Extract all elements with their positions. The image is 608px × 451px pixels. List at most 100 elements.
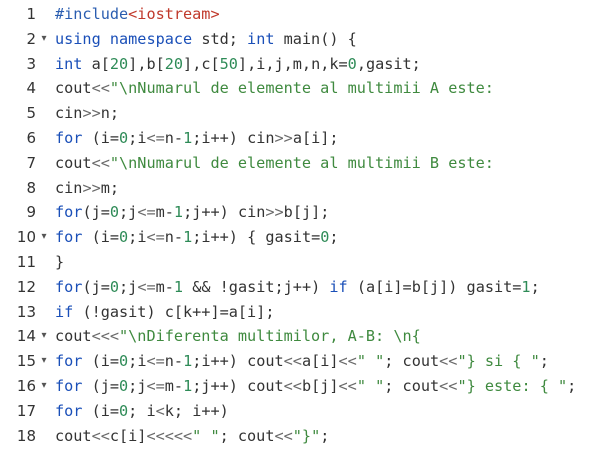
code-token: ,gasit; — [356, 54, 421, 73]
code-token: a[ — [82, 54, 110, 73]
code-token: (i= — [82, 228, 120, 247]
code-token: ;i++) cin — [192, 129, 275, 147]
code-line[interactable]: 6 for (i=0;i<=n-1;i++) cin>>a[i]; — [0, 126, 608, 151]
code-token: for — [55, 228, 83, 247]
code-line[interactable]: 4 cout<<"\nNumarul de elemente al multimi… — [0, 76, 608, 101]
code-text: for(j=0;j<=m-1;j++) cin>>b[j]; — [55, 200, 329, 225]
code-token: << — [439, 377, 458, 395]
code-line[interactable]: 13 if (!gasit) c[k++]=a[i]; — [0, 300, 608, 325]
line-number: 17 — [16, 401, 36, 420]
code-token: m; — [100, 178, 120, 197]
code-text: #include<iostream> — [55, 2, 220, 27]
code-line[interactable]: 7 cout<<"\nNumarul de elemente al multimi… — [0, 151, 608, 176]
code-token: } — [55, 253, 65, 271]
line-number: 11 — [16, 253, 36, 271]
code-token: ;i — [128, 129, 147, 147]
code-text: for (j=0;j<=m-1;j++) cout<<b[j]<<" "; co… — [55, 374, 576, 399]
code-token: (j= — [82, 277, 110, 296]
code-token: 1 — [183, 129, 193, 147]
fold-chevron-icon[interactable]: ▾ — [38, 324, 50, 349]
code-line[interactable]: 18 cout<<c[i]<<<<<" "; cout<<"}"; — [0, 424, 608, 449]
code-token: 0 — [109, 277, 120, 296]
code-token: for — [55, 377, 83, 395]
fold-chevron-icon[interactable]: ▾ — [38, 374, 50, 399]
code-line[interactable]: 16 ▾ for (j=0;j<=m-1;j++) cout<<b[j]<<" ";… — [0, 374, 608, 399]
code-line[interactable]: 2 ▾ using namespace std; int main() { — [0, 27, 608, 52]
code-token: 1 — [521, 277, 531, 296]
code-token: "} este: { " — [457, 377, 568, 395]
code-text: for (i=0;i<=n-1;i++) cout<<a[i]<<" "; co… — [55, 349, 549, 374]
code-token: ; — [530, 277, 540, 296]
code-token: <<< — [91, 327, 120, 346]
code-token: " " — [192, 426, 220, 445]
code-token: ; — [567, 377, 577, 395]
code-text: for (i=0;i<=n-1;i++) { gasit=0; — [55, 225, 339, 250]
code-token: "\nDiferenta multimilor, A-B: \n{ — [119, 327, 421, 346]
code-token: <= — [146, 377, 165, 395]
code-token: int — [55, 54, 83, 73]
code-token: >> — [274, 129, 293, 147]
code-line[interactable]: 10 ▾ for (i=0;i<=n-1;i++) { gasit=0; — [0, 225, 608, 250]
code-token: for — [55, 129, 83, 147]
code-token: for — [55, 401, 83, 420]
line-number: 6 — [26, 129, 36, 147]
code-line[interactable]: 17 for (i=0; i<k; i++) — [0, 399, 608, 424]
code-token: ; cout — [384, 352, 440, 371]
code-token: < — [155, 401, 165, 420]
code-token: ;j++) cout — [192, 377, 284, 395]
code-token: "\nNumarul de elemente al multimii B est… — [109, 153, 494, 172]
code-line[interactable]: 5 cin>>n; — [0, 101, 608, 126]
line-number: 18 — [16, 426, 36, 445]
code-token: ; cout — [219, 426, 275, 445]
code-token: ;i++) cout — [192, 352, 284, 371]
code-token: << — [91, 79, 110, 98]
line-number: 13 — [16, 302, 36, 321]
code-line[interactable]: 9 for(j=0;j<=m-1;j++) cin>>b[j]; — [0, 200, 608, 225]
code-token: " " — [356, 377, 385, 395]
code-token: (i= — [82, 129, 120, 147]
code-token: ],c[ — [183, 54, 220, 73]
code-line[interactable]: 1 #include<iostream> — [0, 2, 608, 27]
code-token: m- — [155, 277, 174, 296]
code-token: ;j — [128, 377, 147, 395]
code-token: 0 — [119, 377, 129, 395]
fold-chevron-icon[interactable]: ▾ — [38, 27, 50, 52]
code-token: 0 — [119, 401, 129, 420]
code-text: cout<<<"\nDiferenta multimilor, A-B: \n{ — [55, 324, 421, 349]
code-token: c[i] — [109, 426, 147, 445]
code-token: ; — [329, 228, 339, 247]
code-line[interactable]: 11} — [0, 250, 608, 275]
code-token: 20 — [164, 54, 184, 73]
line-number: 2 — [26, 29, 36, 48]
code-token: a[i]; — [292, 129, 339, 147]
code-token: ;i — [128, 228, 147, 247]
code-token: ],i,j,m,n,k= — [237, 54, 348, 73]
code-token: m- — [155, 203, 174, 222]
code-token: <= — [146, 228, 165, 247]
line-number: 8 — [26, 178, 36, 197]
code-text: cout<<"\nNumarul de elemente al multimii… — [55, 151, 494, 176]
fold-chevron-icon[interactable]: ▾ — [38, 225, 50, 250]
code-editor[interactable]: 1 #include<iostream> 2 ▾ using namespace std… — [0, 0, 608, 451]
code-line[interactable]: 8 cin>>m; — [0, 176, 608, 201]
code-token: 1 — [183, 352, 193, 371]
code-text: } — [55, 250, 64, 275]
code-token: << — [338, 352, 357, 371]
code-text: cin>>m; — [55, 176, 119, 201]
code-line[interactable]: 3 int a[20],b[20],c[50],i,j,m,n,k=0,gasit… — [0, 52, 608, 77]
code-token: 0 — [119, 129, 129, 147]
code-token: cin — [55, 178, 83, 197]
code-token: n- — [164, 129, 184, 147]
code-token: main() { — [274, 29, 357, 48]
code-line[interactable]: 14 ▾ cout<<<"\nDiferenta multimilor, A-B: … — [0, 324, 608, 349]
code-token: <<<<< — [146, 426, 193, 445]
code-line[interactable]: 15 ▾ for (i=0;i<=n-1;i++) cout<<a[i]<<" ";… — [0, 349, 608, 374]
code-token: 1 — [183, 377, 193, 395]
code-token: 0 — [109, 203, 120, 222]
code-token: && !gasit;j++) — [183, 277, 330, 296]
fold-chevron-icon[interactable]: ▾ — [38, 349, 50, 374]
code-token: k; i++) — [164, 401, 229, 420]
code-line[interactable]: 12 for(j=0;j<=m-1 && !gasit;j++) if (a[i]… — [0, 275, 608, 300]
code-token: (a[i]=b[j]) gasit= — [347, 277, 522, 296]
